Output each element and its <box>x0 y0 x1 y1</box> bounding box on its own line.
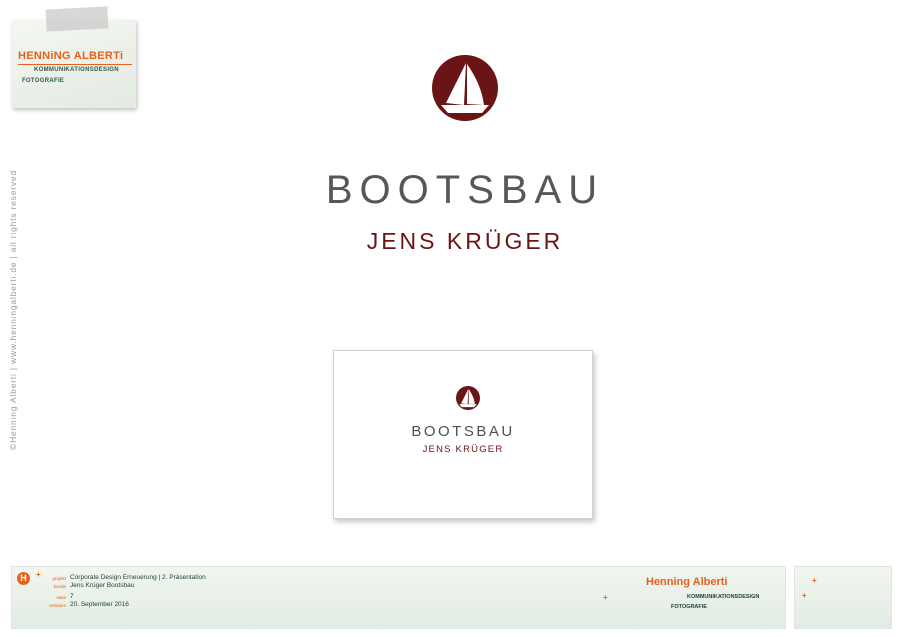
footer-info-bar: H + projekt Corporate Design Erneuerung … <box>11 566 786 629</box>
sticky-divider <box>18 64 132 65</box>
tape <box>45 6 109 32</box>
plus-mark-icon: + <box>603 593 608 602</box>
sailboat-emblem-icon <box>432 55 498 121</box>
logo-title: BOOTSBAU <box>325 168 605 212</box>
footer-line-1: KOMMUNIKATIONSDESIGN <box>687 594 760 600</box>
sailboat-emblem-icon <box>456 386 480 410</box>
plus-mark-icon: + <box>812 576 817 585</box>
meta-label-kunde: kunde <box>53 584 66 589</box>
h-logo-icon: H <box>17 572 30 585</box>
logo-subtitle: JENS KRÜGER <box>366 228 564 254</box>
meta-value-kunde: Jens Krüger Bootsbau <box>70 582 135 589</box>
card-subtitle: JENS KRÜGER <box>422 444 504 455</box>
copyright-text: ©Henning Alberti | www.henningalberti.de… <box>8 170 18 450</box>
meta-value-zeitraum: 20. September 2016 <box>70 601 129 608</box>
plus-mark-icon: + <box>802 591 807 600</box>
footer-line-2: FOTOGRAFIE <box>671 604 707 610</box>
meta-label-projekt: projekt <box>52 576 66 581</box>
meta-label-zeitraum: zeitraum <box>48 603 66 608</box>
sticky-brand: HENNiNG ALBERTi <box>18 50 124 62</box>
designer-sticky-note: HENNiNG ALBERTi KOMMUNIKATIONSDESIGN FOT… <box>12 6 136 108</box>
sticky-line-2: FOTOGRAFIE <box>22 78 65 84</box>
business-card: BOOTSBAU JENS KRÜGER <box>333 350 593 519</box>
meta-label-seite: seite <box>56 595 66 600</box>
card-title: BOOTSBAU <box>411 423 515 440</box>
sticky-line-1: KOMMUNIKATIONSDESIGN <box>34 67 119 73</box>
meta-value-seite: 7 <box>70 593 74 600</box>
footer-side-bar: + + <box>794 566 892 629</box>
meta-value-projekt: Corporate Design Erneuerung | 2. Präsent… <box>70 574 206 581</box>
footer-brand: Henning Alberti <box>646 576 728 588</box>
